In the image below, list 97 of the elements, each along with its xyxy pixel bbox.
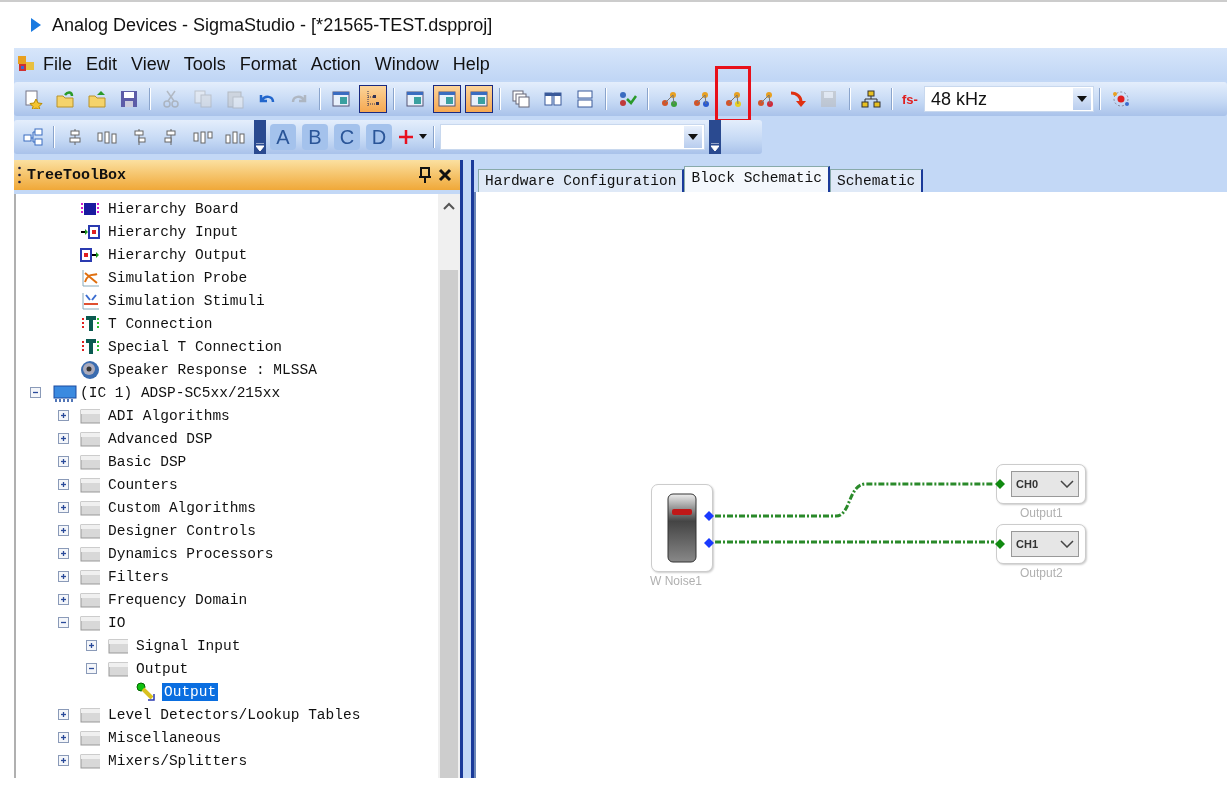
graph-icon: [80, 267, 100, 288]
tree-item[interactable]: Filters: [106, 567, 171, 586]
window-icon[interactable]: [432, 84, 462, 114]
menu-item[interactable]: Format: [232, 51, 304, 77]
tree-item[interactable]: Designer Controls: [106, 521, 258, 540]
toolbar-overflow-icon[interactable]: [709, 120, 721, 154]
expand-icon[interactable]: [58, 525, 69, 536]
chevron-icon[interactable]: [1060, 480, 1074, 488]
tree-item[interactable]: T Connection: [106, 314, 215, 333]
app-logo-icon: [30, 17, 42, 33]
close-icon[interactable]: [438, 168, 452, 182]
tree-item[interactable]: Level Detectors/Lookup Tables: [106, 705, 363, 724]
port-icon[interactable]: [704, 538, 714, 548]
tree-item[interactable]: Simulation Stimuli: [106, 291, 267, 310]
channel-dropdown[interactable]: CH0: [1011, 471, 1079, 497]
tree-item[interactable]: Hierarchy Input: [106, 222, 241, 241]
splitter[interactable]: [460, 160, 474, 778]
grip-icon[interactable]: [18, 165, 21, 185]
tree-item[interactable]: Speaker Response : MLSSA: [106, 360, 319, 379]
collapse-icon[interactable]: [30, 387, 41, 398]
tree-item[interactable]: Miscellaneous: [106, 728, 224, 747]
menu-item[interactable]: Tools: [176, 51, 233, 77]
pin-icon: [136, 681, 156, 702]
switch-icon: [667, 493, 697, 563]
menu-item[interactable]: Edit: [79, 51, 125, 77]
sample-rate-label: fs-: [902, 91, 918, 107]
graph-icon: [80, 290, 100, 311]
expand-icon[interactable]: [58, 502, 69, 513]
expand-icon[interactable]: [58, 479, 69, 490]
tab[interactable]: Schematic: [829, 169, 924, 192]
collapse-icon[interactable]: [86, 663, 97, 674]
tab[interactable]: Hardware Configuration: [478, 169, 685, 192]
expand-icon[interactable]: [58, 571, 69, 582]
window-icon[interactable]: [464, 84, 494, 114]
tree-item[interactable]: Hierarchy Board: [106, 199, 241, 218]
panel-title: TreeToolBox: [27, 166, 128, 184]
menu-item[interactable]: View: [124, 51, 177, 77]
port-icon[interactable]: [704, 511, 714, 521]
sample-rate-dropdown[interactable]: 48 kHz: [923, 86, 1094, 112]
expand-icon[interactable]: [58, 755, 69, 766]
tree-item[interactable]: Output: [134, 659, 191, 678]
caret-icon[interactable]: [688, 134, 698, 140]
tree-item[interactable]: Dynamics Processors: [106, 544, 276, 563]
add-icon[interactable]: [396, 127, 416, 147]
tree-item[interactable]: Custom Algorithms: [106, 498, 258, 517]
tree-icon[interactable]: [358, 84, 388, 114]
output-block[interactable]: CH1: [996, 524, 1086, 564]
chip-icon: [52, 382, 78, 403]
menu-item[interactable]: Window: [367, 51, 446, 77]
block-label: W Noise1: [650, 574, 702, 588]
chevron-icon[interactable]: [1060, 540, 1074, 548]
menu-item[interactable]: Help: [445, 51, 497, 77]
caret-icon[interactable]: [1076, 96, 1087, 102]
caret-icon[interactable]: [418, 134, 428, 140]
expand-icon[interactable]: [58, 548, 69, 559]
menu-item[interactable]: File: [36, 51, 79, 77]
tree-item[interactable]: IO: [106, 613, 128, 632]
block-label: Output1: [1020, 506, 1063, 520]
scrollbar-thumb[interactable]: [440, 270, 458, 778]
wire[interactable]: [715, 540, 994, 544]
expand-icon[interactable]: [58, 732, 69, 743]
t-connector-icon: [80, 313, 100, 334]
tree-item[interactable]: Counters: [106, 475, 180, 494]
tree-item[interactable]: (IC 1) ADSP-SC5xx/215xx: [78, 383, 283, 402]
tree-item[interactable]: Signal Input: [134, 636, 243, 655]
wire[interactable]: [715, 482, 994, 518]
output-block[interactable]: CH0: [996, 464, 1086, 504]
speaker-icon: [80, 359, 100, 380]
tree-item[interactable]: Simulation Probe: [106, 268, 250, 287]
block-label: Output2: [1020, 566, 1063, 580]
tree-item[interactable]: Output: [162, 682, 219, 701]
tab[interactable]: Block Schematic: [684, 166, 830, 192]
port-icon[interactable]: [995, 539, 1005, 549]
collapse-icon[interactable]: [58, 617, 69, 628]
menu-item[interactable]: Action: [303, 51, 368, 77]
expand-icon[interactable]: [86, 640, 97, 651]
tree-item[interactable]: Basic DSP: [106, 452, 189, 471]
tree-item[interactable]: Special T Connection: [106, 337, 285, 356]
noise-block[interactable]: [651, 484, 713, 572]
toolbar-overflow-icon[interactable]: [254, 120, 266, 154]
window-menu-icon[interactable]: [16, 54, 36, 74]
channel-dropdown[interactable]: CH1: [1011, 531, 1079, 557]
tree-item[interactable]: Frequency Domain: [106, 590, 250, 609]
expand-icon[interactable]: [58, 594, 69, 605]
tree-item[interactable]: Advanced DSP: [106, 429, 215, 448]
port-icon[interactable]: [995, 479, 1005, 489]
expand-icon[interactable]: [58, 456, 69, 467]
expand-icon[interactable]: [58, 410, 69, 421]
tree-item[interactable]: Hierarchy Output: [106, 245, 250, 264]
tree-item[interactable]: ADI Algorithms: [106, 406, 232, 425]
window-title: Analog Devices - SigmaStudio - [*21565-TEST.dspproj]: [52, 14, 493, 36]
t-connector-icon: [80, 336, 100, 357]
scroll-up-icon[interactable]: [443, 202, 455, 210]
expand-icon[interactable]: [58, 433, 69, 444]
expand-icon[interactable]: [58, 709, 69, 720]
pin-icon[interactable]: [418, 167, 432, 183]
tree-item[interactable]: Mixers/Splitters: [106, 751, 250, 770]
